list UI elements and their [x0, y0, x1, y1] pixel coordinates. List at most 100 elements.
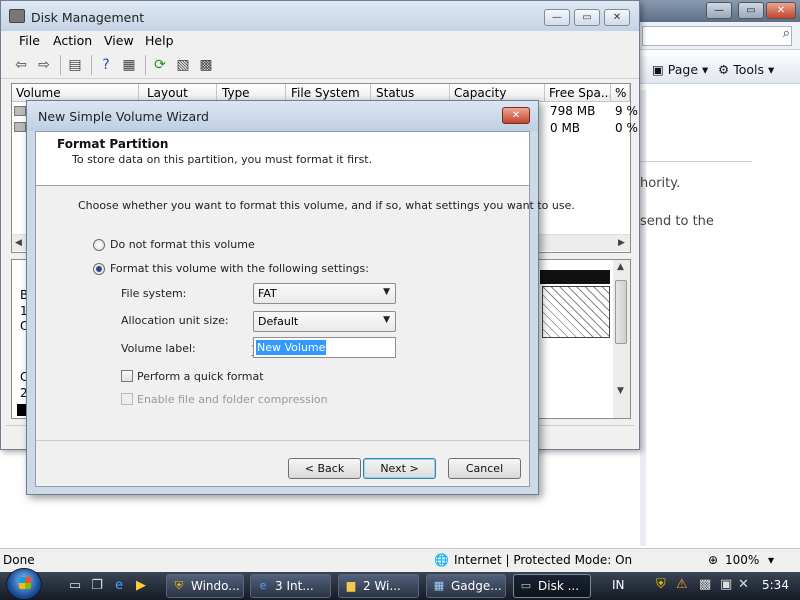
status-zone[interactable]: Internet | Protected Mode: On	[454, 553, 632, 567]
help-icon[interactable]: ?	[96, 55, 116, 75]
row-free-space: 0 MB	[550, 121, 581, 135]
browser-close-button[interactable]: ✕	[766, 2, 796, 19]
allocation-unit-value: Default	[258, 315, 299, 328]
scroll-left-icon[interactable]: ◀	[15, 238, 22, 248]
maximize-button[interactable]: ▭	[574, 9, 600, 26]
radio-do-not-format-label[interactable]: Do not format this volume	[110, 238, 255, 251]
row-free-space: 798 MB	[550, 104, 596, 118]
start-button[interactable]	[6, 568, 42, 600]
compression-checkbox	[121, 393, 133, 405]
security-shield-icon[interactable]: ⛨	[656, 577, 666, 592]
show-desktop-icon[interactable]: ▭	[66, 577, 84, 595]
task-button-active[interactable]: ▭ Disk ...	[513, 574, 591, 598]
radio-format-volume[interactable]	[93, 263, 105, 275]
wizard-page-subtitle: To store data on this partition, you mus…	[72, 153, 373, 166]
wizard-title: New Simple Volume Wizard	[38, 109, 209, 124]
quick-format-checkbox[interactable]	[121, 370, 133, 382]
settings-icon[interactable]: ▩	[196, 55, 216, 75]
console-tree-icon[interactable]: ▤	[65, 55, 85, 75]
status-done: Done	[3, 553, 35, 567]
toolbar-separator	[145, 55, 146, 75]
allocation-unit-select[interactable]: Default ▼	[253, 311, 396, 332]
alert-icon[interactable]: ⚠	[676, 577, 688, 592]
close-button[interactable]: ✕	[604, 9, 630, 26]
toolbar-separator	[60, 55, 61, 75]
zoom-icon[interactable]: ⊕	[708, 553, 718, 567]
scroll-down-icon[interactable]: ▼	[617, 386, 624, 396]
column-free-space[interactable]: Free Spa...	[545, 84, 611, 102]
task-label: 3 Int...	[275, 579, 314, 593]
back-button[interactable]: < Back	[288, 458, 361, 479]
browser-maximize-button[interactable]: ▭	[738, 2, 764, 19]
vertical-scroll-thumb[interactable]	[615, 280, 627, 344]
back-arrow-icon[interactable]: ⇦	[11, 55, 31, 75]
radio-do-not-format[interactable]	[93, 239, 105, 251]
page-menu-label: Page ▾	[667, 62, 709, 77]
updates-icon[interactable]: ▩	[699, 577, 711, 592]
quick-format-label[interactable]: Perform a quick format	[137, 370, 264, 383]
windows-logo-icon	[19, 577, 31, 589]
window-title: Disk Management	[31, 10, 145, 25]
task-button[interactable]: e 3 Int...	[250, 574, 331, 598]
vertical-scrollbar[interactable]: ▲ ▼	[613, 260, 630, 418]
volume-label-value: New Volume	[256, 340, 327, 355]
radio-format-volume-label[interactable]: Format this volume with the following se…	[110, 262, 369, 275]
menu-bar	[1, 31, 639, 51]
row-percent-free: 0 %	[615, 121, 638, 135]
cancel-button[interactable]: Cancel	[448, 458, 521, 479]
scroll-up-icon[interactable]: ▲	[617, 262, 624, 272]
menu-file[interactable]: File	[19, 33, 40, 48]
content-divider	[640, 161, 752, 162]
wizard-instructions: Choose whether you want to format this v…	[78, 199, 575, 212]
browser-minimize-button[interactable]: —	[706, 2, 732, 19]
column-percent-free[interactable]: % F	[611, 84, 630, 102]
scroll-right-icon[interactable]: ▶	[618, 238, 625, 248]
compression-label: Enable file and folder compression	[137, 393, 328, 406]
ie-icon[interactable]: e	[110, 577, 128, 595]
rescan-icon[interactable]: ▧	[173, 55, 193, 75]
language-indicator[interactable]: IN	[612, 578, 625, 592]
new-simple-volume-wizard: New Simple Volume Wizard ✕ Format Partit…	[26, 100, 575, 495]
row-percent-free: 9 %	[615, 104, 638, 118]
forward-arrow-icon[interactable]: ⇨	[34, 55, 54, 75]
file-system-label: File system:	[121, 287, 187, 300]
unallocated-partition[interactable]	[542, 286, 610, 338]
network-icon[interactable]: ▣	[720, 577, 732, 592]
clock[interactable]: 5:34	[762, 578, 789, 592]
drive-icon	[14, 106, 26, 116]
next-button[interactable]: Next >	[363, 458, 436, 479]
disk-management-app-icon	[9, 9, 25, 23]
task-label: Disk ...	[538, 579, 580, 593]
minimize-button[interactable]: —	[544, 9, 570, 26]
properties-icon[interactable]: ▦	[119, 55, 139, 75]
menu-help[interactable]: Help	[145, 33, 174, 48]
page-menu-button[interactable]: ▣ Page ▾	[652, 62, 708, 77]
volume-label-label: Volume label:	[121, 342, 196, 355]
folder-icon: ▆	[346, 579, 356, 592]
task-button[interactable]: ▆ 2 Wi...	[338, 574, 419, 598]
browser-search-input[interactable]	[642, 26, 792, 46]
disk-icon: ▭	[520, 579, 532, 592]
task-button[interactable]: ⛨ Windo...	[166, 574, 244, 598]
shield-icon: ⛨	[174, 579, 184, 592]
menu-view[interactable]: View	[104, 33, 134, 48]
refresh-icon[interactable]: ⟳	[150, 55, 170, 75]
zoom-dropdown-icon[interactable]: ▾	[768, 553, 774, 567]
menu-action[interactable]: Action	[53, 33, 92, 48]
volume-label-input[interactable]: New Volume	[253, 337, 396, 358]
switch-windows-icon[interactable]: ❐	[88, 577, 106, 595]
browser-page-content	[640, 90, 800, 546]
wizard-header: Format Partition To store data on this p…	[36, 132, 529, 186]
allocation-unit-label: Allocation unit size:	[121, 314, 229, 327]
partition-header-bar	[540, 270, 610, 284]
task-button[interactable]: ▦ Gadge...	[426, 574, 506, 598]
search-icon[interactable]: ⌕	[783, 26, 790, 41]
tools-menu-label: Tools ▾	[733, 62, 775, 77]
media-player-icon[interactable]: ▶	[132, 577, 150, 595]
tools-menu-button[interactable]: ⚙ Tools ▾	[718, 62, 774, 77]
file-system-select[interactable]: FAT ▼	[253, 283, 396, 304]
gadget-icon: ▦	[433, 579, 445, 592]
wizard-close-button[interactable]: ✕	[502, 107, 530, 124]
volume-muted-icon[interactable]: ✕	[738, 577, 749, 592]
zoom-level[interactable]: 100%	[725, 553, 759, 567]
